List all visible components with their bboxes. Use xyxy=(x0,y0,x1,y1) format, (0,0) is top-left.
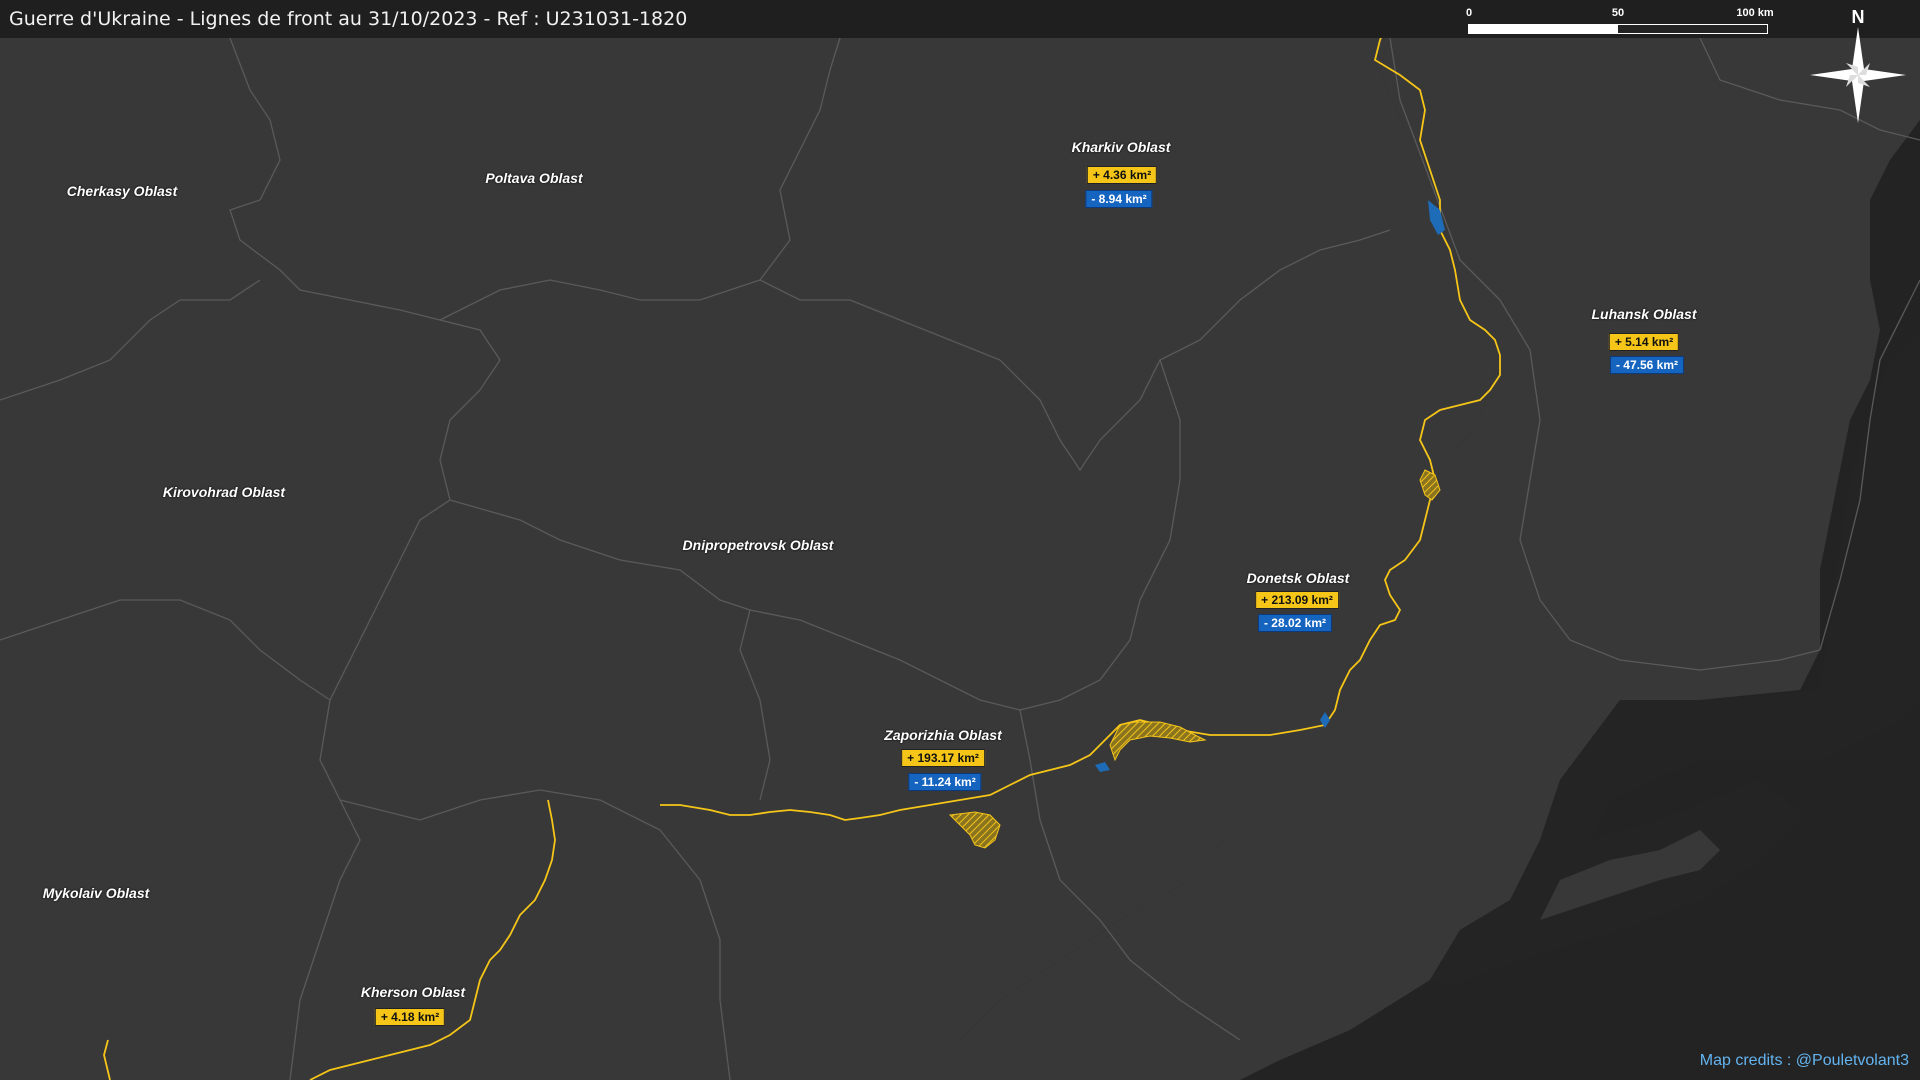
oblast-label-kharkiv: Kharkiv Oblast xyxy=(1071,139,1171,155)
gain-badge-donetsk: + 213.09 km² xyxy=(1255,591,1339,609)
scale-label-0: 0 xyxy=(1465,7,1473,19)
oblast-label-poltava: Poltava Oblast xyxy=(485,170,583,186)
loss-badge-luhansk: - 47.56 km² xyxy=(1609,356,1685,374)
loss-badge-donetsk: - 28.02 km² xyxy=(1257,614,1333,632)
oblast-label-zaporizhia: Zaporizhia Oblast xyxy=(884,727,1002,743)
scale-label-50: 50 xyxy=(1611,7,1625,19)
scale-bar-segment xyxy=(1469,25,1618,33)
map-credits: Map credits : @Pouletvolant3 xyxy=(1699,1052,1909,1069)
oblast-label-donetsk: Donetsk Oblast xyxy=(1246,570,1350,586)
oblast-label-cherkasy: Cherkasy Oblast xyxy=(66,183,178,199)
oblast-label-kirovohrad: Kirovohrad Oblast xyxy=(162,484,286,500)
scale-label-100: 100 km xyxy=(1736,7,1774,19)
loss-badge-zaporizhia: - 11.24 km² xyxy=(908,773,982,791)
gain-badge-kherson: + 4.18 km² xyxy=(374,1008,446,1026)
map-title: Guerre d'Ukraine - Lignes de front au 31… xyxy=(9,8,688,30)
compass-rose-icon xyxy=(1810,27,1906,123)
oblast-label-dnipropetrovsk: Dnipropetrovsk Oblast xyxy=(682,537,834,553)
oblast-label-luhansk: Luhansk Oblast xyxy=(1591,306,1697,322)
gain-badge-kharkiv: + 4.36 km² xyxy=(1086,166,1158,184)
oblast-label-mykolaiv: Mykolaiv Oblast xyxy=(42,885,150,901)
loss-badge-kharkiv: - 8.94 km² xyxy=(1085,190,1153,208)
map-canvas[interactable] xyxy=(0,0,1920,1080)
gain-badge-zaporizhia: + 193.17 km² xyxy=(901,749,985,767)
oblast-label-kherson: Kherson Oblast xyxy=(360,984,466,1000)
scale-bar xyxy=(1468,24,1768,34)
gain-badge-luhansk: + 5.14 km² xyxy=(1608,333,1680,351)
